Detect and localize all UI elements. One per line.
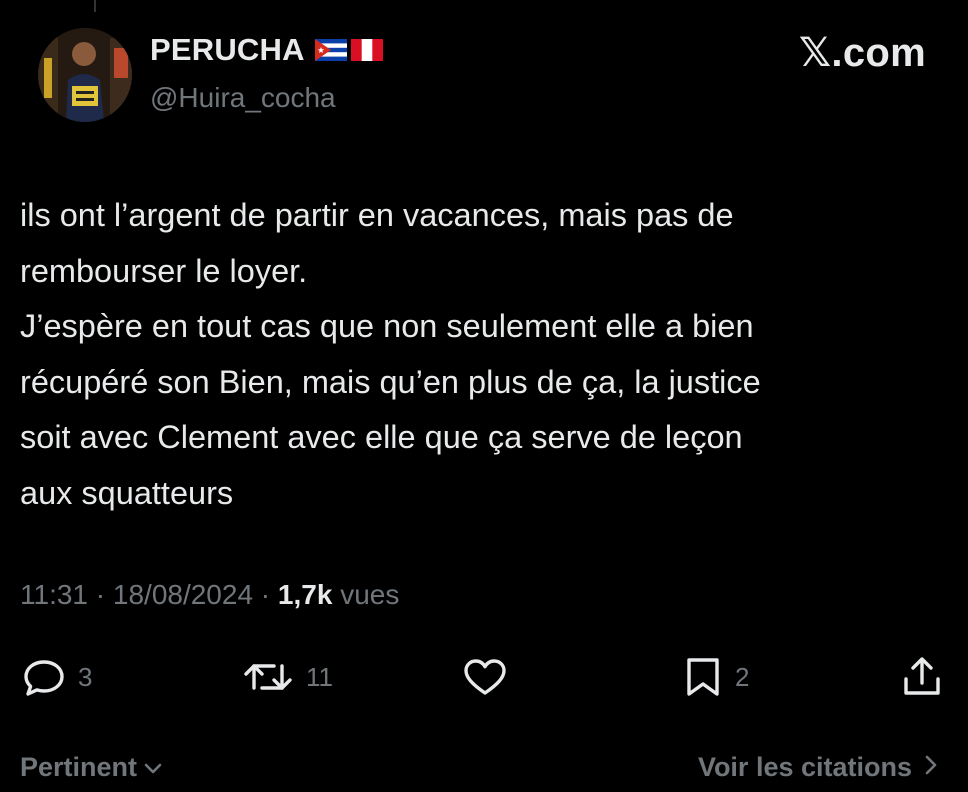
display-name-text: PERUCHA <box>150 32 305 67</box>
chevron-right-icon <box>924 752 938 783</box>
heart-icon <box>462 657 508 697</box>
quotes-label: Voir les citations <box>697 752 912 782</box>
repost-icon <box>242 657 294 697</box>
avatar[interactable] <box>38 28 132 122</box>
repost-button[interactable]: 11 <box>242 652 333 702</box>
replies-footer: Pertinent Voir les citations <box>0 752 968 792</box>
tweet-text: ils ont l’argent de partir en vacances, … <box>20 197 761 511</box>
reply-count: 3 <box>78 661 93 692</box>
sort-label: Pertinent <box>20 752 138 782</box>
bookmark-icon <box>683 656 723 698</box>
tweet-date[interactable]: 18/08/2024 <box>113 579 253 610</box>
like-button[interactable] <box>462 652 508 702</box>
flags <box>314 39 383 61</box>
meta-separator: · <box>253 579 278 610</box>
x-logo: 𝕏.com <box>798 31 926 75</box>
share-button[interactable] <box>900 652 944 702</box>
user-handle[interactable]: @Huira_cocha <box>150 82 336 114</box>
thread-connector-line <box>94 0 96 12</box>
meta-separator: · <box>88 579 113 610</box>
chevron-down-icon <box>143 752 163 783</box>
tweet-meta: 11:31 · 18/08/2024 · 1,7k vues <box>20 579 399 611</box>
tweet-time[interactable]: 11:31 <box>20 579 88 610</box>
reply-button[interactable]: 3 <box>22 652 92 702</box>
share-icon <box>900 655 944 699</box>
action-bar: 3 11 2 <box>0 652 968 702</box>
cuba-flag-icon <box>314 39 347 61</box>
bookmark-count: 2 <box>735 661 750 692</box>
view-quotes-link[interactable]: Voir les citations <box>698 752 938 783</box>
peru-flag-icon <box>350 39 383 61</box>
sort-dropdown[interactable]: Pertinent <box>20 752 163 783</box>
display-name[interactable]: PERUCHA <box>150 32 383 68</box>
views-label: vues <box>332 579 400 610</box>
views-count: 1,7k <box>277 579 333 610</box>
avatar-image <box>38 28 132 122</box>
reply-icon <box>22 657 66 697</box>
repost-count: 11 <box>306 661 333 692</box>
bookmark-button[interactable]: 2 <box>683 652 749 702</box>
